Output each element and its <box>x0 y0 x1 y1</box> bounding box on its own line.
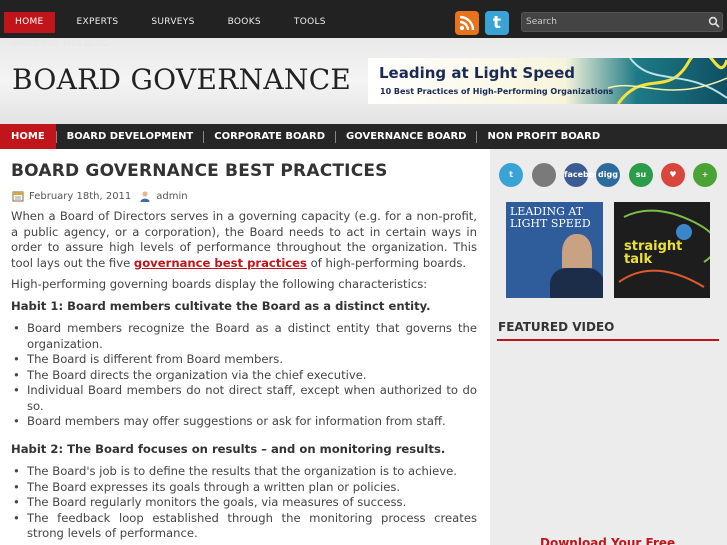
list-item: The Board directs the organization via t… <box>11 368 477 384</box>
rss-icon[interactable] <box>455 11 479 35</box>
write-for-this-blog-link[interactable]: WRITE FOR THIS BLOG <box>12 39 108 48</box>
list-item: The Board's job is to define the results… <box>11 464 477 480</box>
book-banner-ad[interactable]: Leading at Light Speed 10 Best Practices… <box>368 58 727 104</box>
top-nav-books[interactable]: BOOKS <box>217 12 272 33</box>
post-content: BOARD GOVERNANCE BEST PRACTICES February… <box>0 149 490 545</box>
habit-list: The Board's job is to define the results… <box>11 464 477 542</box>
post-body: When a Board of Directors serves in a go… <box>11 209 477 545</box>
habit-list: Board members recognize the Board as a d… <box>11 321 477 430</box>
main-nav: HOME BOARD DEVELOPMENT CORPORATE BOARD G… <box>0 124 727 149</box>
search-input[interactable] <box>526 15 696 29</box>
site-header: BOARD GOVERNANCE Leading at Light Speed … <box>0 38 727 124</box>
banner-title: Leading at Light Speed <box>379 64 576 82</box>
post-meta: February 18th, 2011 admin <box>12 189 188 203</box>
post-title[interactable]: BOARD GOVERNANCE BEST PRACTICES <box>11 161 388 181</box>
top-nav-experts[interactable]: EXPERTS <box>66 12 130 33</box>
stumbleupon-icon[interactable]: su <box>629 163 653 187</box>
main-nav-board-development[interactable]: BOARD DEVELOPMENT <box>57 124 204 149</box>
featured-video-heading: FEATURED VIDEO <box>498 320 615 334</box>
twitter-icon[interactable]: t <box>485 11 509 35</box>
author-photo-suit <box>550 268 603 298</box>
download-link[interactable]: Download Your Free <box>540 536 675 545</box>
list-item: The feedback loop established through th… <box>11 511 477 542</box>
user-icon <box>140 191 150 202</box>
habit-heading: Habit 2: The Board focuses on results – … <box>11 441 446 456</box>
delicious-icon[interactable] <box>532 163 556 187</box>
list-item: Board members may offer suggestions or a… <box>11 414 477 430</box>
book-cover-leading-at-light-speed[interactable]: LEADING AT LIGHT SPEED <box>506 202 603 298</box>
banner-subtitle: 10 Best Practices of High-Performing Org… <box>380 87 614 96</box>
lead-paragraph: High-performing governing boards display… <box>11 277 428 291</box>
main-nav-corporate-board[interactable]: CORPORATE BOARD <box>204 124 335 149</box>
top-nav: HOME EXPERTS SURVEYS BOOKS TOOLS <box>4 12 337 33</box>
post-author[interactable]: admin <box>156 191 187 202</box>
book1-title: LEADING AT LIGHT SPEED <box>510 205 591 230</box>
book-cover-straight-talk[interactable]: straight talk <box>614 202 710 298</box>
divider <box>497 339 719 341</box>
favorite-icon[interactable]: ♥ <box>661 163 685 187</box>
list-item: The Board is different from Board member… <box>11 352 477 368</box>
list-item: The Board regularly monitors the goals, … <box>11 495 477 511</box>
main-nav-governance-board[interactable]: GOVERNANCE BOARD <box>336 124 476 149</box>
list-item: Board members recognize the Board as a d… <box>11 321 477 352</box>
list-item: The Board expresses its goals through a … <box>11 480 477 496</box>
list-item: Individual Board members do not direct s… <box>11 383 477 414</box>
main-nav-non-profit-board[interactable]: NON PROFIT BOARD <box>477 124 610 149</box>
search-box <box>521 12 723 32</box>
habit-heading: Habit 1: Board members cultivate the Boa… <box>11 298 431 313</box>
calendar-icon <box>12 191 24 202</box>
digg-icon[interactable]: digg <box>596 163 620 187</box>
main-nav-home[interactable]: HOME <box>0 124 56 149</box>
intro-text-end: of high-performing boards. <box>310 255 467 270</box>
facebook-icon[interactable]: facebook <box>564 163 605 187</box>
top-nav-tools[interactable]: TOOLS <box>283 12 337 33</box>
governance-best-practices-link[interactable]: governance best practices <box>134 256 307 270</box>
top-nav-surveys[interactable]: SURVEYS <box>140 12 205 33</box>
search-icon[interactable] <box>708 16 720 28</box>
site-title[interactable]: BOARD GOVERNANCE <box>12 63 351 96</box>
post-date: February 18th, 2011 <box>29 190 132 202</box>
top-bar: HOME EXPERTS SURVEYS BOOKS TOOLS t <box>0 0 727 38</box>
top-nav-home[interactable]: HOME <box>4 12 55 33</box>
book2-title: straight talk <box>624 239 683 267</box>
twitter-icon[interactable]: t <box>499 163 523 187</box>
add-icon[interactable]: + <box>693 163 717 187</box>
intro-paragraph: When a Board of Directors serves in a go… <box>11 209 477 271</box>
sidebar: t facebook digg su ♥ + LEADING AT LIGHT … <box>490 149 727 545</box>
